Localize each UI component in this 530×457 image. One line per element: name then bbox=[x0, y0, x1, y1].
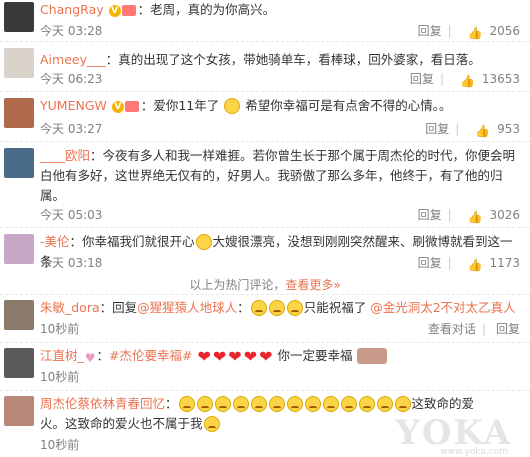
comment-time: 今天 03:28 bbox=[40, 24, 103, 38]
username-link[interactable]: ChangRay bbox=[40, 2, 104, 17]
heart-icon: ♥ bbox=[84, 351, 96, 365]
crying-emoji-icon bbox=[394, 396, 411, 412]
member-icon bbox=[121, 5, 136, 16]
crying-emoji-icon bbox=[250, 300, 267, 316]
crying-emoji-icon bbox=[268, 300, 285, 316]
reply-button[interactable]: 回复 bbox=[425, 122, 449, 136]
comment-actions: 回复 | 👍 13653 bbox=[409, 72, 520, 88]
crying-emoji-icon bbox=[286, 300, 303, 316]
username-link[interactable]: -美伦 bbox=[40, 234, 70, 249]
crying-emoji-icon bbox=[322, 396, 339, 412]
crying-emoji-icon bbox=[214, 396, 231, 412]
crying-emoji-icon bbox=[358, 396, 375, 412]
avatar[interactable] bbox=[4, 98, 34, 128]
crying-emoji-icon bbox=[250, 396, 267, 412]
view-more-link[interactable]: 查看更多» bbox=[285, 278, 340, 292]
comment-actions: 回复 | 👍 1173 bbox=[417, 256, 520, 272]
avatar[interactable] bbox=[4, 2, 34, 32]
thumbs-up-icon: 👍 bbox=[467, 210, 483, 224]
heart-icon: ❤ bbox=[243, 347, 258, 366]
member-icon bbox=[124, 101, 139, 112]
mention-link[interactable]: @金光洞太2不对太乙真人 bbox=[370, 300, 515, 315]
crying-emoji-icon bbox=[340, 396, 357, 412]
crying-emoji-icon bbox=[376, 396, 393, 412]
username-link[interactable]: Aimeey___ bbox=[40, 52, 106, 67]
comment-time: 今天 03:18 bbox=[40, 256, 103, 270]
comment-actions: 回复 | 👍 3026 bbox=[417, 208, 520, 224]
thumbs-up-icon: 👍 bbox=[459, 74, 475, 88]
watermark-url: www.yoka.com bbox=[440, 447, 508, 457]
couple-emoji-icon bbox=[356, 348, 387, 364]
comment-text: 朱敏_dora：回复@猩猩猿人地球人： 只能祝福了 @金光洞太2不对太乙真人 bbox=[40, 300, 516, 316]
thumbs-up-icon: 👍 bbox=[467, 258, 483, 272]
comment-text: ChangRay V ：老周，真的为你高兴。 bbox=[40, 2, 276, 17]
reply-button[interactable]: 回复 bbox=[496, 322, 520, 336]
crying-emoji-icon bbox=[268, 396, 285, 412]
like-button[interactable]: 👍 13653 bbox=[454, 72, 520, 88]
comment-time: 10秒前 bbox=[40, 322, 80, 336]
comment-actions: 回复 | 👍 953 bbox=[425, 122, 520, 138]
crying-emoji-icon bbox=[232, 396, 249, 412]
heart-icon: ❤ bbox=[228, 347, 242, 366]
like-button[interactable]: 👍 3026 bbox=[462, 208, 520, 224]
comment-time: 今天 05:03 bbox=[40, 208, 103, 222]
thumbs-up-icon: 👍 bbox=[475, 124, 491, 138]
avatar[interactable] bbox=[4, 396, 34, 426]
comment-time: 10秒前 bbox=[40, 370, 80, 384]
username-link[interactable]: YUMENGW bbox=[40, 98, 107, 113]
avatar[interactable] bbox=[4, 234, 34, 264]
avatar[interactable] bbox=[4, 48, 34, 78]
reply-button[interactable]: 回复 bbox=[410, 72, 434, 86]
hot-comments-divider: 以上为热门评论，查看更多» bbox=[189, 278, 341, 292]
heart-icon: ❤ bbox=[212, 347, 227, 366]
comment-actions: 回复 | 👍 2056 bbox=[417, 24, 520, 40]
heart-icon: ❤ bbox=[197, 347, 211, 366]
comment-time: 今天 03:27 bbox=[40, 122, 103, 136]
username-link[interactable]: 朱敏_dora bbox=[40, 300, 100, 315]
avatar[interactable] bbox=[4, 148, 34, 178]
like-button[interactable]: 👍 953 bbox=[469, 122, 520, 138]
avatar[interactable] bbox=[4, 300, 34, 330]
view-conversation-link[interactable]: 查看对话 bbox=[428, 322, 476, 336]
crying-emoji-icon bbox=[286, 396, 303, 412]
comment-time: 10秒前 bbox=[40, 438, 80, 452]
username-link[interactable]: ____欧阳 bbox=[40, 148, 90, 163]
username-link[interactable]: 周杰伦蔡依林青春回忆 bbox=[40, 396, 165, 411]
comment-text: 江直树_♥：#杰伦要幸福# ❤ ❤ ❤ ❤ ❤ 你一定要幸福 bbox=[40, 346, 522, 368]
sad-emoji-icon bbox=[224, 98, 241, 114]
avatar[interactable] bbox=[4, 348, 34, 378]
crying-emoji-icon bbox=[304, 396, 321, 412]
username-link[interactable]: 江直树_ bbox=[40, 348, 84, 363]
reply-button[interactable]: 回复 bbox=[418, 24, 442, 38]
comment-text: Aimeey___：真的出现了这个女孩，带她骑单车，看棒球，回外婆家，看日落。 bbox=[40, 52, 481, 67]
like-button[interactable]: 👍 2056 bbox=[462, 24, 520, 40]
comment-text: ____欧阳：今夜有多人和我一样难捱。若你曾生长于那个属于周杰伦的时代，你便会明… bbox=[40, 148, 516, 203]
crying-emoji-icon bbox=[178, 396, 195, 412]
comment-text: YUMENGW V ：爱你11年了 希望你幸福可是有点舍不得的心情。。 bbox=[40, 98, 452, 114]
comment-actions: 查看对话 | 回复 bbox=[427, 322, 520, 336]
heart-icon: ❤ bbox=[259, 347, 273, 366]
reply-button[interactable]: 回复 bbox=[418, 256, 442, 270]
verified-icon: V bbox=[108, 4, 121, 17]
crying-emoji-icon bbox=[196, 396, 213, 412]
thumbs-up-icon: 👍 bbox=[467, 26, 483, 40]
verified-icon: V bbox=[111, 100, 124, 113]
hashtag-link[interactable]: #杰伦要幸福# bbox=[109, 348, 192, 363]
crying-emoji-icon bbox=[203, 416, 220, 432]
mention-link[interactable]: @猩猩猿人地球人 bbox=[137, 300, 237, 315]
smile-emoji-icon bbox=[195, 234, 212, 250]
comment-time: 今天 06:23 bbox=[40, 72, 103, 86]
reply-button[interactable]: 回复 bbox=[418, 208, 442, 222]
like-button[interactable]: 👍 1173 bbox=[462, 256, 520, 272]
